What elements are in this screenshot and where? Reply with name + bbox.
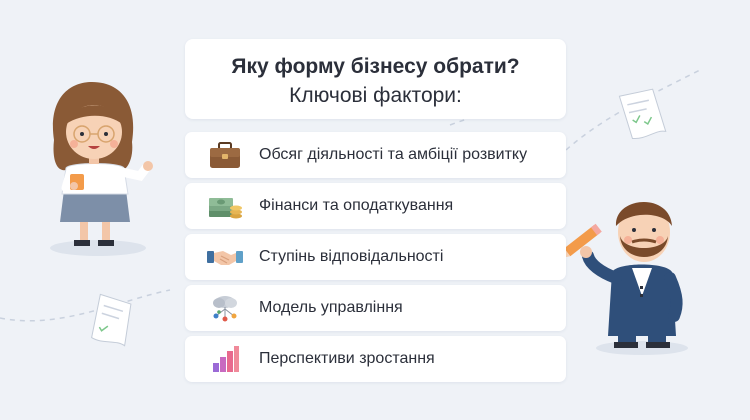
page-subtitle: Ключові фактори:: [289, 84, 462, 107]
factor-card-finance: Фінанси та оподаткування: [185, 183, 566, 229]
factor-label: Фінанси та оподаткування: [259, 197, 454, 214]
title-card: Яку форму бізнесу обрати? Ключові фактор…: [185, 39, 566, 119]
man-character-illustration: [560, 201, 688, 355]
factor-label: Перспективи зростання: [259, 350, 435, 367]
factor-card-activity: Обсяг діяльності та амбіції розвитку: [185, 132, 566, 178]
factor-card-growth: Перспективи зростання: [185, 336, 566, 382]
money-stack-icon: [209, 198, 242, 219]
growth-chart-icon: [213, 346, 239, 372]
factor-label: Модель управління: [259, 299, 403, 316]
factor-label: Ступінь відповідальності: [259, 248, 444, 265]
woman-character-illustration: [50, 82, 153, 256]
document-paper-icon: [618, 88, 667, 139]
handshake-icon: [207, 251, 243, 265]
page-title: Яку форму бізнесу обрати?: [231, 55, 520, 78]
briefcase-icon: [210, 142, 240, 168]
factor-card-responsibility: Ступінь відповідальності: [185, 234, 566, 280]
infographic-scene: Яку форму бізнесу обрати? Ключові фактор…: [0, 0, 750, 420]
document-paper-icon: [91, 293, 132, 347]
cloud-network-icon: [213, 296, 237, 322]
factor-card-management: Модель управління: [185, 285, 566, 331]
factor-label: Обсяг діяльності та амбіції розвитку: [259, 146, 528, 163]
